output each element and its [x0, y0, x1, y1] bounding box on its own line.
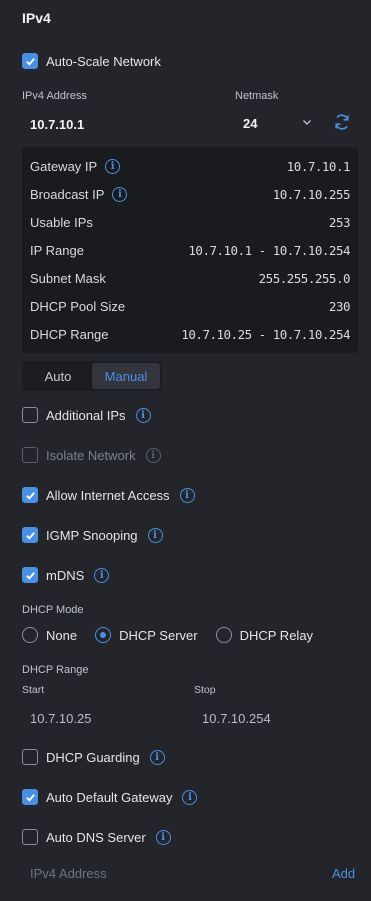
radio-none[interactable]: None [22, 627, 77, 643]
dhcp-guarding-checkbox[interactable] [22, 749, 38, 765]
check-icon [25, 491, 35, 500]
summary-key: DHCP Range [30, 326, 109, 342]
ipv4-address-label: IPv4 Address [22, 90, 87, 102]
info-icon[interactable]: i [155, 829, 171, 845]
auto-dns-server-label: Auto DNS Server [46, 829, 146, 845]
netmask-value: 24 [243, 115, 258, 131]
summary-row-ip-range: IP Range 10.7.10.1 - 10.7.10.254 [30, 236, 350, 264]
dhcp-guarding-row[interactable]: DHCP Guarding i [22, 749, 165, 765]
summary-row-subnet-mask: Subnet Mask 255.255.255.0 [30, 264, 351, 292]
dhcp-guarding-label: DHCP Guarding [46, 749, 140, 765]
summary-row-broadcast-ip: Broadcast IP i 10.7.10.255 [30, 180, 351, 208]
dns-ipv4-address-input[interactable]: IPv4 Address [30, 866, 107, 881]
dhcp-mode-label: DHCP Mode [22, 604, 84, 616]
mode-segmented-control: Auto Manual [22, 361, 162, 391]
info-icon[interactable]: i [135, 407, 151, 423]
info-icon[interactable]: i [147, 527, 163, 543]
info-icon[interactable]: i [182, 789, 198, 805]
summary-key: IP Range [30, 242, 84, 258]
radio-label: DHCP Relay [239, 627, 314, 643]
radio-label: DHCP Server [119, 627, 198, 643]
summary-row-dhcp-pool-size: DHCP Pool Size 230 [30, 292, 351, 320]
info-icon[interactable]: i [179, 487, 195, 503]
check-icon [25, 571, 35, 580]
radio-button[interactable] [22, 627, 38, 643]
isolate-network-checkbox [22, 447, 38, 463]
isolate-network-row: Isolate Network i [22, 447, 161, 463]
radio-label: None [46, 627, 78, 643]
dhcp-range-start-input[interactable]: 10.7.10.25 [30, 711, 91, 726]
summary-key: Usable IPs [30, 214, 93, 230]
summary-key: Broadcast IP [30, 186, 105, 202]
summary-value: 230 [328, 298, 351, 314]
netmask-label: Netmask [235, 90, 279, 102]
summary-key: Subnet Mask [30, 270, 106, 286]
allow-internet-row[interactable]: Allow Internet Access i [22, 487, 195, 503]
mdns-label: mDNS [46, 567, 85, 583]
info-icon[interactable]: i [94, 567, 110, 583]
tab-auto[interactable]: Auto [24, 363, 92, 389]
summary-row-usable-ips: Usable IPs 253 [30, 208, 351, 236]
summary-row-gateway-ip: Gateway IP i 10.7.10.1 [30, 152, 351, 180]
auto-dns-server-row[interactable]: Auto DNS Server i [22, 829, 171, 845]
dhcp-range-label: DHCP Range [22, 664, 89, 676]
auto-scale-checkbox[interactable] [22, 53, 38, 69]
auto-dns-server-checkbox[interactable] [22, 829, 38, 845]
igmp-snooping-label: IGMP Snooping [46, 527, 138, 543]
summary-value: 10.7.10.255 [272, 186, 351, 202]
auto-default-gateway-row[interactable]: Auto Default Gateway i [22, 789, 198, 805]
info-icon[interactable]: i [112, 186, 128, 202]
network-summary-panel: Gateway IP i 10.7.10.1 Broadcast IP i 10.7… [22, 147, 358, 353]
additional-ips-label: Additional IPs [46, 407, 126, 423]
radio-dhcp-server[interactable]: DHCP Server [95, 627, 198, 643]
allow-internet-checkbox[interactable] [22, 487, 38, 503]
ipv4-address-input[interactable]: 10.7.10.1 [30, 117, 84, 132]
dhcp-range-stop-label: Stop [194, 684, 216, 696]
radio-button[interactable] [215, 627, 232, 643]
summary-value: 10.7.10.1 - 10.7.10.254 [188, 242, 350, 258]
info-icon: i [145, 447, 161, 463]
refresh-icon[interactable] [332, 112, 352, 135]
add-dns-button[interactable]: Add [332, 866, 355, 881]
netmask-select[interactable]: 24 [235, 112, 313, 134]
radio-dhcp-relay[interactable]: DHCP Relay [215, 627, 314, 643]
allow-internet-label: Allow Internet Access [46, 487, 170, 503]
check-icon [25, 57, 35, 66]
auto-default-gateway-checkbox[interactable] [22, 789, 38, 805]
isolate-network-label: Isolate Network [46, 447, 136, 463]
dhcp-range-start-label: Start [22, 684, 45, 696]
additional-ips-row[interactable]: Additional IPs i [22, 407, 151, 423]
summary-value: 10.7.10.1 [286, 158, 351, 174]
summary-key: Gateway IP [30, 158, 98, 174]
additional-ips-checkbox[interactable] [22, 407, 38, 423]
check-icon [25, 793, 35, 802]
summary-row-dhcp-range: DHCP Range 10.7.10.25 - 10.7.10.254 [30, 320, 350, 348]
radio-button[interactable] [95, 627, 112, 643]
auto-scale-label: Auto-Scale Network [46, 53, 161, 69]
tab-manual[interactable]: Manual [92, 363, 160, 389]
auto-scale-checkbox-row[interactable]: Auto-Scale Network [22, 53, 161, 69]
mdns-checkbox[interactable] [22, 567, 38, 583]
mdns-row[interactable]: mDNS i [22, 567, 110, 583]
auto-default-gateway-label: Auto Default Gateway [46, 789, 173, 805]
check-icon [25, 531, 35, 540]
igmp-snooping-checkbox[interactable] [22, 527, 38, 543]
summary-key: DHCP Pool Size [30, 298, 126, 314]
info-icon[interactable]: i [105, 158, 121, 174]
dhcp-range-stop-input[interactable]: 10.7.10.254 [202, 711, 271, 726]
summary-value: 10.7.10.25 - 10.7.10.254 [181, 326, 350, 342]
summary-value: 253 [328, 214, 351, 230]
dhcp-mode-radio-group: None DHCP Server DHCP Relay [22, 627, 331, 643]
chevron-down-icon [301, 116, 313, 131]
igmp-snooping-row[interactable]: IGMP Snooping i [22, 527, 163, 543]
summary-value: 255.255.255.0 [258, 270, 351, 286]
info-icon[interactable]: i [149, 749, 165, 765]
section-title: IPv4 [22, 10, 51, 26]
